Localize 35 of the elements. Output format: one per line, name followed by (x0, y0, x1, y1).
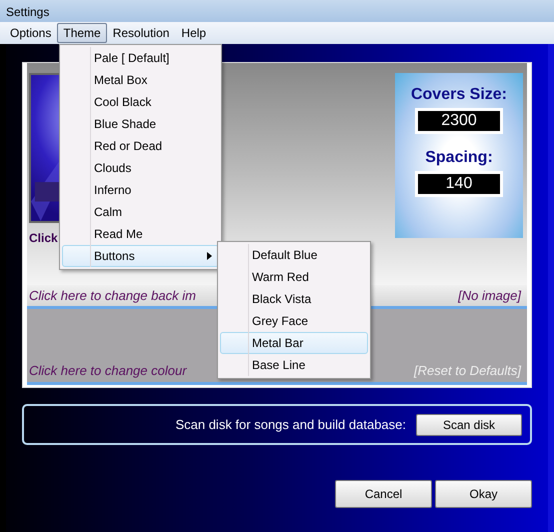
menu-item-label: Buttons (94, 248, 135, 265)
menu-item[interactable]: Warm Red (220, 266, 368, 288)
menu-item[interactable]: Default Blue (220, 244, 368, 266)
covers-size-field[interactable]: 2300 (415, 108, 503, 134)
dialog-button[interactable]: Cancel (335, 480, 432, 508)
spacing-label: Spacing: (425, 148, 493, 168)
menu-item[interactable]: Inferno (62, 179, 219, 201)
submenu-arrow-icon (207, 252, 212, 260)
window-title: Settings (0, 0, 554, 22)
covers-size-label: Covers Size: (410, 85, 508, 105)
scan-label: Scan disk for songs and build database: (175, 416, 406, 434)
menu-item[interactable]: Grey Face (220, 310, 368, 332)
menu-item[interactable]: Calm (62, 201, 219, 223)
menu-item[interactable]: Resolution (106, 23, 176, 43)
menu-item[interactable]: Black Vista (220, 288, 368, 310)
scan-disk-button[interactable]: Scan disk (416, 414, 522, 436)
dialog-button[interactable]: Okay (435, 480, 532, 508)
menu-item[interactable]: Options (4, 23, 58, 43)
menu-item[interactable]: Theme (57, 23, 107, 43)
menu-item[interactable]: Help (175, 23, 212, 43)
menu-item[interactable]: Base Line (220, 354, 368, 376)
menu-item[interactable]: Read Me (62, 223, 219, 245)
spacing-field[interactable]: 140 (415, 171, 503, 197)
caption-text: Click (29, 230, 58, 247)
menu-item[interactable]: Metal Box (62, 69, 219, 91)
change-colour-link[interactable]: Click here to change colour (29, 360, 187, 380)
menu-item[interactable]: Metal Bar (220, 332, 368, 354)
menu-item[interactable]: Cool Black (62, 91, 219, 113)
menu-item[interactable]: Pale [ Default] (62, 47, 219, 69)
change-background-link[interactable]: Click here to change back im (29, 286, 196, 306)
submenu-item[interactable]: Buttons (62, 245, 219, 267)
menu-item[interactable]: Blue Shade (62, 113, 219, 135)
menu-item[interactable]: Clouds (62, 157, 219, 179)
image-status-text: [No image] (458, 286, 521, 305)
menu-item[interactable]: Red or Dead (62, 135, 219, 157)
